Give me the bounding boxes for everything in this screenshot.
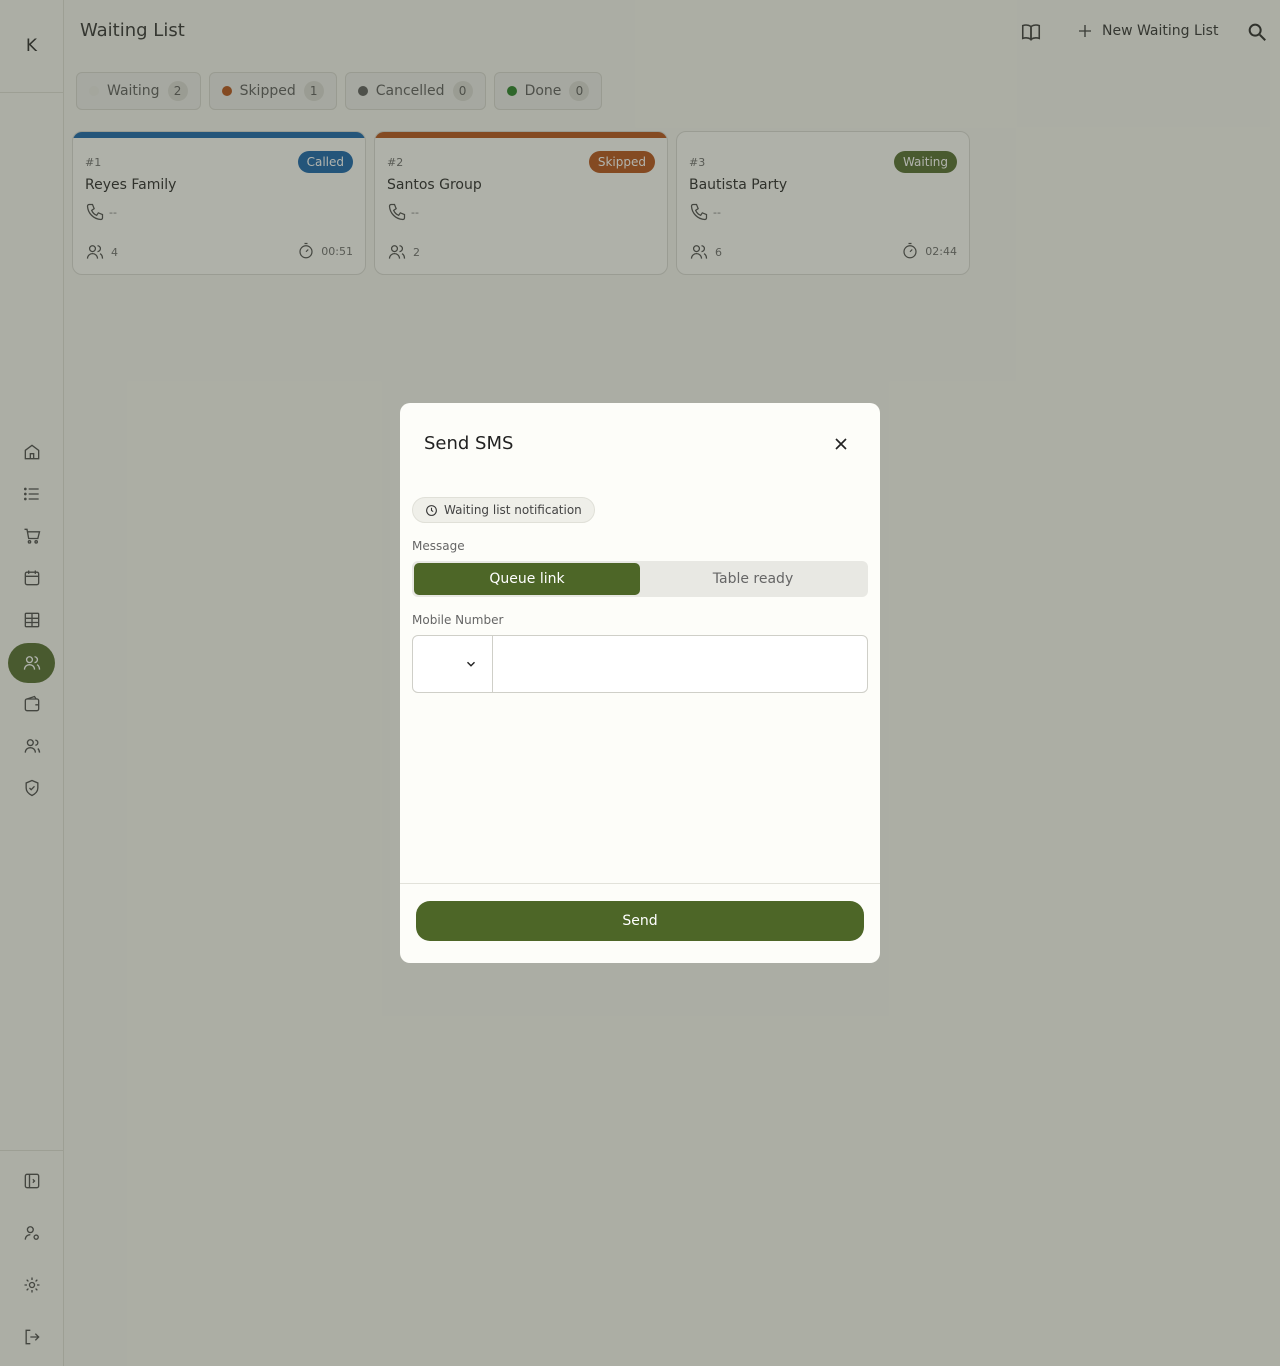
close-icon[interactable]: [828, 431, 854, 457]
dialog-footer: Send: [400, 883, 880, 963]
mobile-number-label: Mobile Number: [412, 613, 504, 627]
send-sms-dialog: Send SMS Waiting list notification Messa…: [400, 403, 880, 963]
option-queue-link[interactable]: Queue link: [414, 563, 640, 595]
message-label: Message: [412, 539, 465, 553]
dialog-title: Send SMS: [424, 433, 514, 454]
country-code-select[interactable]: [413, 636, 493, 692]
clock-icon: [426, 504, 437, 516]
message-type-toggle: Queue link Table ready: [412, 561, 868, 597]
send-button[interactable]: Send: [416, 901, 864, 941]
option-table-ready[interactable]: Table ready: [640, 563, 866, 595]
chevron-down-icon: [467, 661, 475, 667]
mobile-number-field: [412, 635, 868, 693]
notification-type-chip: Waiting list notification: [412, 497, 595, 523]
mobile-number-input[interactable]: [493, 636, 867, 692]
